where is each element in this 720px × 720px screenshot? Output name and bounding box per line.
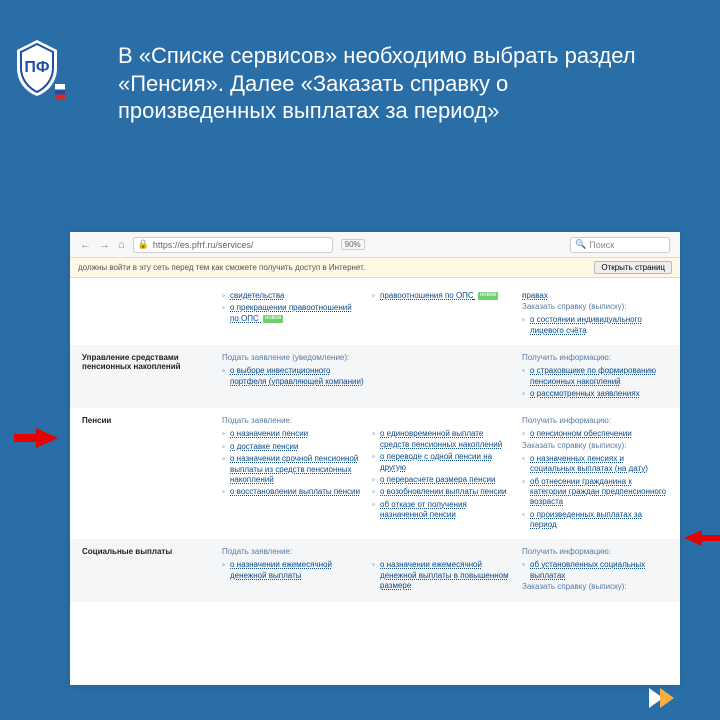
head-info-1: Получить информацию: bbox=[522, 353, 668, 362]
head-order-cert-3: Заказать справку (выписку): bbox=[522, 582, 668, 591]
russian-flag-icon bbox=[55, 84, 65, 100]
link-pension-provision[interactable]: о пенсионном обеспечении bbox=[522, 428, 668, 440]
link-monthly-payment[interactable]: о назначении ежемесячной денежной выплат… bbox=[222, 559, 364, 582]
forward-icon[interactable]: → bbox=[99, 239, 110, 251]
link-delivery-pension[interactable]: о доставке пенсии bbox=[222, 441, 364, 453]
head-apply-1: Подать заявление (уведомление): bbox=[222, 353, 364, 362]
back-icon[interactable]: ← bbox=[80, 239, 91, 251]
url-text: https://es.pfrf.ru/services/ bbox=[153, 240, 254, 250]
svg-text:ПФ: ПФ bbox=[24, 59, 50, 76]
link-resume-payout[interactable]: о возобновлении выплаты пенсии bbox=[372, 486, 514, 498]
search-box[interactable]: 🔍 Поиск bbox=[570, 237, 670, 253]
section-title-pensions: Пенсии bbox=[82, 416, 222, 531]
search-placeholder: Поиск bbox=[589, 240, 614, 250]
head-info-3: Получить информацию: bbox=[522, 547, 668, 556]
link-invest-portfolio[interactable]: о выборе инвестиционного портфеля (управ… bbox=[222, 365, 364, 388]
link-prekrashchenie-ops[interactable]: о прекращении правоотношений по ОПС ново… bbox=[222, 302, 364, 325]
link-insurer-info[interactable]: о страховщике по формированию пенсионных… bbox=[522, 365, 668, 388]
link-monthly-payment-increased[interactable]: о назначении ежемесячной денежной выплат… bbox=[372, 559, 514, 592]
row-pensions: Пенсии Подать заявление: о назначении пе… bbox=[82, 408, 668, 539]
section-title-savings: Управление средствами пенсионных накопле… bbox=[82, 353, 222, 400]
link-reviewed-apps[interactable]: о рассмотренных заявлениях bbox=[522, 388, 668, 400]
infobar-message: должны войти в эту сеть перед тем как см… bbox=[78, 263, 365, 272]
link-recalc-pension[interactable]: о перерасчете размера пенсии bbox=[372, 474, 514, 486]
link-assign-pension[interactable]: о назначении пенсии bbox=[222, 428, 364, 440]
link-prepension-age[interactable]: об отнесении гражданина к категории граж… bbox=[522, 476, 668, 509]
row-partial-top: свидетельства о прекращении правоотношен… bbox=[82, 282, 668, 345]
link-svidetelstva[interactable]: свидетельства bbox=[222, 290, 364, 302]
link-transfer-pension[interactable]: о переводе с одной пенсии на другую bbox=[372, 451, 514, 474]
browser-window: ← → ⌂ 🔒 https://es.pfrf.ru/services/ 90%… bbox=[70, 232, 680, 685]
link-established-social[interactable]: об установленных социальных выплатах bbox=[522, 559, 668, 582]
link-urgent-payout[interactable]: о назначении срочной пенсионной выплаты … bbox=[222, 453, 364, 486]
page-content: свидетельства о прекращении правоотношен… bbox=[70, 278, 680, 614]
link-pravah[interactable]: правах bbox=[522, 290, 668, 302]
head-order-cert-2: Заказать справку (выписку): bbox=[522, 441, 668, 450]
badge-new: новое bbox=[263, 315, 283, 323]
lock-icon: 🔒 bbox=[138, 239, 149, 250]
zoom-level[interactable]: 90% bbox=[341, 239, 365, 250]
row-social-payments: Социальные выплаты Подать заявление: о н… bbox=[70, 539, 680, 602]
head-info-2: Получить информацию: bbox=[522, 416, 668, 425]
head-apply-2: Подать заявление: bbox=[222, 416, 364, 425]
search-icon: 🔍 bbox=[575, 239, 586, 250]
head-apply-3: Подать заявление: bbox=[222, 547, 364, 556]
link-assigned-pensions-date[interactable]: о назначенных пенсиях и социальных выпла… bbox=[522, 453, 668, 476]
browser-toolbar: ← → ⌂ 🔒 https://es.pfrf.ru/services/ 90%… bbox=[70, 232, 680, 258]
badge-new: новое bbox=[478, 292, 498, 300]
link-payments-for-period[interactable]: о произведенных выплатах за период bbox=[522, 509, 668, 532]
link-restore-payout[interactable]: о восстановлении выплаты пенсии bbox=[222, 486, 364, 498]
link-refuse-pension[interactable]: об отказе от получения назначенной пенси… bbox=[372, 499, 514, 522]
home-icon[interactable]: ⌂ bbox=[118, 239, 125, 251]
browser-info-bar: должны войти в эту сеть перед тем как см… bbox=[70, 258, 680, 278]
infobar-open-button[interactable]: Открыть страниц bbox=[594, 261, 672, 274]
instruction-headline: В «Списке сервисов» необходимо выбрать р… bbox=[118, 42, 670, 125]
head-order-cert-0: Заказать справку (выписку): bbox=[522, 302, 668, 311]
link-ils-status[interactable]: о состоянии индивидуального лицевого счё… bbox=[522, 314, 668, 337]
link-pravootnosheniya-ops[interactable]: правоотношения по ОПС новое bbox=[372, 290, 514, 302]
red-arrow-left bbox=[36, 428, 58, 448]
row-pension-savings: Управление средствами пенсионных накопле… bbox=[70, 345, 680, 408]
next-slide-icon[interactable] bbox=[652, 688, 674, 708]
red-arrow-right bbox=[684, 530, 702, 546]
url-bar[interactable]: 🔒 https://es.pfrf.ru/services/ bbox=[133, 237, 333, 253]
pfr-logo: ПФ bbox=[12, 38, 62, 98]
section-title-social: Социальные выплаты bbox=[82, 547, 222, 594]
link-lump-sum[interactable]: о единовременной выплате средств пенсион… bbox=[372, 428, 514, 451]
